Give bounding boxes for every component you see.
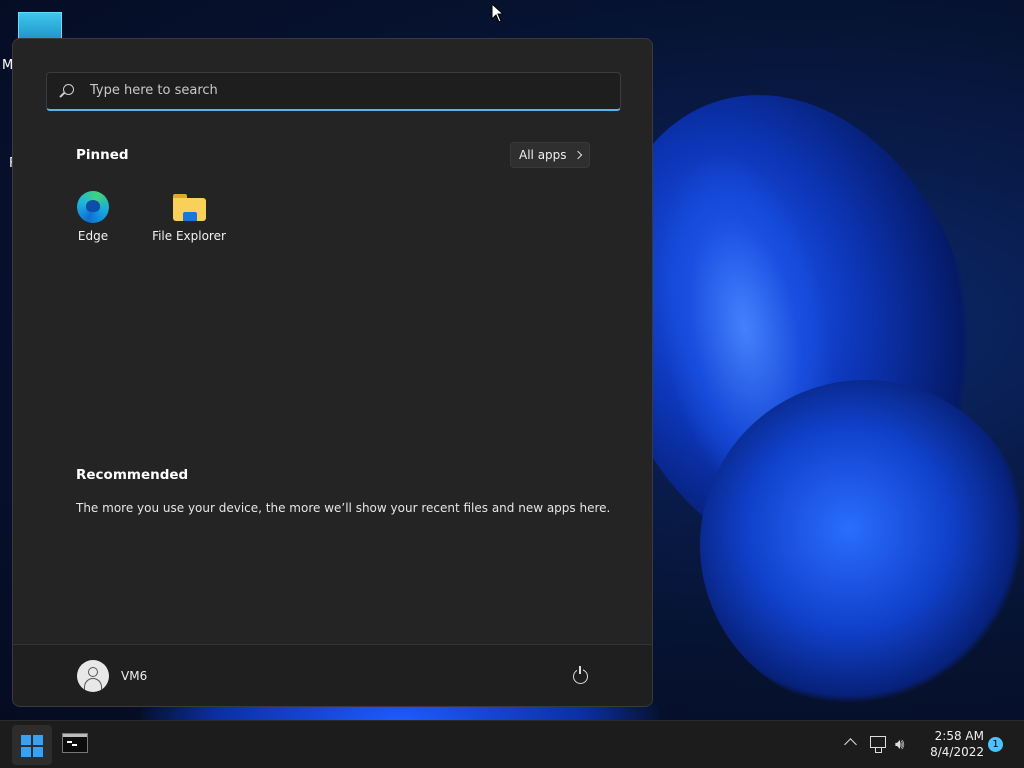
start-menu-footer: VM6 bbox=[13, 644, 652, 706]
pinned-app-file-explorer[interactable]: File Explorer bbox=[141, 189, 237, 251]
pinned-app-edge[interactable]: Edge bbox=[45, 189, 141, 251]
chevron-right-icon bbox=[573, 150, 583, 160]
network-icon[interactable] bbox=[870, 736, 886, 753]
user-avatar[interactable] bbox=[77, 660, 109, 692]
search-placeholder: Type here to search bbox=[90, 83, 218, 98]
windows-logo-icon bbox=[21, 735, 43, 757]
pinned-app-label: File Explorer bbox=[152, 229, 226, 243]
command-prompt-icon[interactable] bbox=[62, 733, 88, 753]
volume-icon[interactable]: 🔊︎ bbox=[895, 736, 913, 752]
all-apps-button[interactable]: All apps bbox=[510, 142, 590, 168]
search-input[interactable]: Type here to search bbox=[46, 72, 621, 111]
clock-time: 2:58 AM bbox=[934, 729, 984, 743]
user-name[interactable]: VM6 bbox=[121, 669, 147, 683]
taskbar: 🔊︎ 2:58 AM 8/4/2022 1 bbox=[0, 720, 1024, 768]
all-apps-label: All apps bbox=[519, 148, 567, 162]
taskbar-clock[interactable]: 2:58 AM 8/4/2022 bbox=[922, 728, 984, 760]
recommended-message: The more you use your device, the more w… bbox=[76, 501, 611, 515]
start-button[interactable] bbox=[12, 725, 52, 765]
recommended-title: Recommended bbox=[76, 467, 189, 483]
wallpaper-bloom bbox=[700, 380, 1024, 710]
clock-date: 8/4/2022 bbox=[930, 745, 984, 759]
notification-badge[interactable]: 1 bbox=[988, 737, 1003, 752]
mouse-cursor-icon bbox=[491, 3, 503, 23]
pinned-title: Pinned bbox=[76, 147, 129, 163]
chevron-up-icon[interactable] bbox=[844, 738, 857, 751]
edge-icon bbox=[77, 191, 109, 223]
search-icon bbox=[63, 84, 74, 95]
folder-icon bbox=[173, 194, 206, 221]
power-icon[interactable] bbox=[573, 666, 588, 684]
start-menu: Type here to search Pinned All apps Edge… bbox=[12, 38, 653, 707]
pinned-app-label: Edge bbox=[77, 229, 109, 243]
